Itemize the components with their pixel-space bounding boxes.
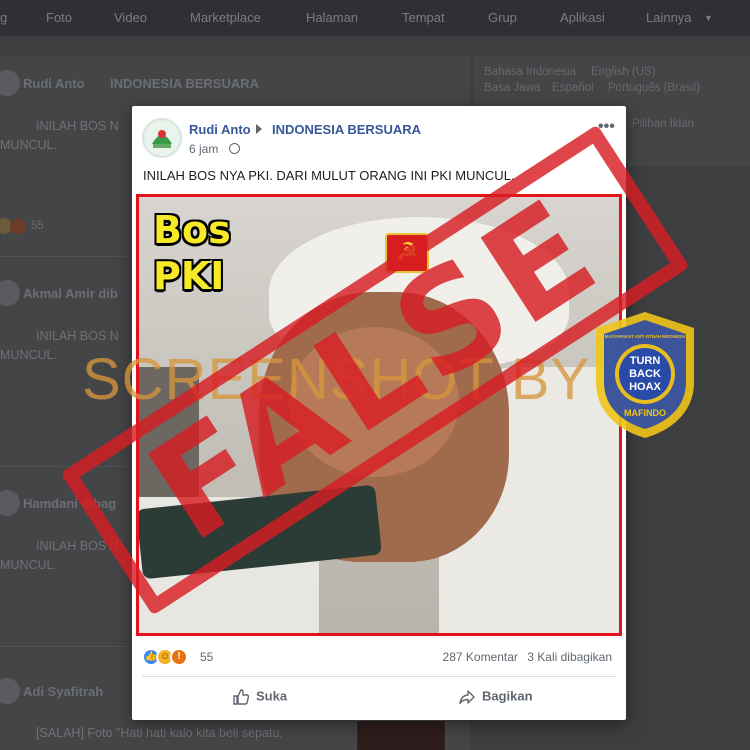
language-link[interactable]: Português (Brasil) — [608, 82, 700, 94]
photo-frame: Bos PKI ☭ — [136, 194, 622, 636]
like-button[interactable]: Suka — [232, 688, 287, 706]
nav-item-partial[interactable]: g — [0, 10, 7, 25]
divider — [142, 676, 616, 677]
avatar — [0, 678, 20, 704]
language-link[interactable]: English (US) — [591, 66, 656, 78]
post-stats: 287 Komentar 3 Kali dibagikan — [437, 650, 612, 664]
arrow-right-icon — [256, 124, 262, 134]
reaction-icon — [10, 218, 26, 234]
feed-author[interactable]: Hamdani dibag — [23, 496, 116, 511]
feed-reaction-count[interactable]: 55 — [31, 220, 44, 232]
photo-face-highlight — [289, 327, 459, 477]
language-link[interactable]: Bahasa Indonesia — [484, 66, 576, 78]
hammer-sickle-icon: ☭ — [385, 233, 429, 273]
post-group-link[interactable]: INDONESIA BERSUARA — [272, 122, 421, 137]
feed-post-text: INILAH BOS N — [36, 329, 119, 343]
feed-post-text-2: MUNCUL. — [0, 558, 57, 572]
share-button[interactable]: Bagikan — [458, 688, 533, 706]
thumbs-up-icon — [233, 689, 250, 705]
photo-caption-line: PKI — [153, 254, 225, 298]
angry-reaction-icon: ! — [170, 648, 188, 666]
shares-count[interactable]: 3 Kali dibagikan — [527, 650, 612, 664]
ad-choices-link[interactable]: Pilihan Iklan — [632, 118, 694, 130]
feed-author[interactable]: Adi Syafitrah — [23, 684, 103, 699]
language-link[interactable]: Español — [552, 82, 594, 94]
feed-thumbnail[interactable] — [356, 720, 446, 750]
language-link[interactable]: Basa Jawa — [484, 82, 540, 94]
feed-post-text-2: MUNCUL. — [0, 138, 57, 152]
post-author-link[interactable]: Rudi Anto — [189, 122, 251, 137]
avatar — [0, 70, 20, 96]
feed-author[interactable]: Rudi Anto — [23, 76, 85, 91]
globe-icon — [229, 143, 240, 154]
chevron-down-icon[interactable]: ▼ — [704, 13, 713, 23]
feed-author[interactable]: Akmal Amir dib — [23, 286, 118, 301]
nav-item-halaman[interactable]: Halaman — [306, 10, 358, 25]
nav-item-grup[interactable]: Grup — [488, 10, 517, 25]
share-label: Bagikan — [482, 688, 533, 704]
comments-count[interactable]: 287 Komentar — [443, 650, 518, 664]
nav-item-lainnya[interactable]: Lainnya — [646, 10, 692, 25]
nav-item-foto[interactable]: Foto — [46, 10, 72, 25]
post-modal: Rudi Anto INDONESIA BERSUARA 6 jam ••• I… — [132, 106, 626, 720]
photo-caption-line: Bos — [153, 208, 231, 252]
nav-item-tempat[interactable]: Tempat — [402, 10, 445, 25]
feed-group[interactable]: INDONESIA BERSUARA — [110, 76, 259, 91]
nav-item-marketplace[interactable]: Marketplace — [190, 10, 261, 25]
post-text: INILAH BOS NYA PKI. DARI MULUT ORANG INI… — [143, 168, 515, 183]
avatar — [0, 490, 20, 516]
photo-shadow — [139, 367, 199, 517]
like-label: Suka — [256, 688, 288, 704]
share-icon — [459, 690, 475, 705]
feed-post-text-2: MUNCUL. — [0, 348, 57, 362]
feed-post-text: [SALAH] Foto "Hati hati kalo kita beli s… — [36, 726, 283, 740]
reaction-count[interactable]: 55 — [200, 650, 213, 664]
nav-item-video[interactable]: Video — [114, 10, 147, 25]
avatar[interactable] — [142, 118, 182, 158]
nav-item-aplikasi[interactable]: Aplikasi — [560, 10, 605, 25]
more-options-icon[interactable]: ••• — [598, 118, 615, 136]
avatar — [0, 280, 20, 306]
feed-post-text: INILAH BOS N — [36, 539, 119, 553]
post-timestamp[interactable]: 6 jam — [189, 142, 218, 156]
feed-post-text: INILAH BOS N — [36, 119, 119, 133]
post-photo[interactable]: Bos PKI ☭ — [132, 194, 626, 636]
top-navigation: g Foto Video Marketplace Halaman Tempat … — [0, 0, 750, 36]
photo-caption: Bos PKI — [153, 207, 231, 299]
